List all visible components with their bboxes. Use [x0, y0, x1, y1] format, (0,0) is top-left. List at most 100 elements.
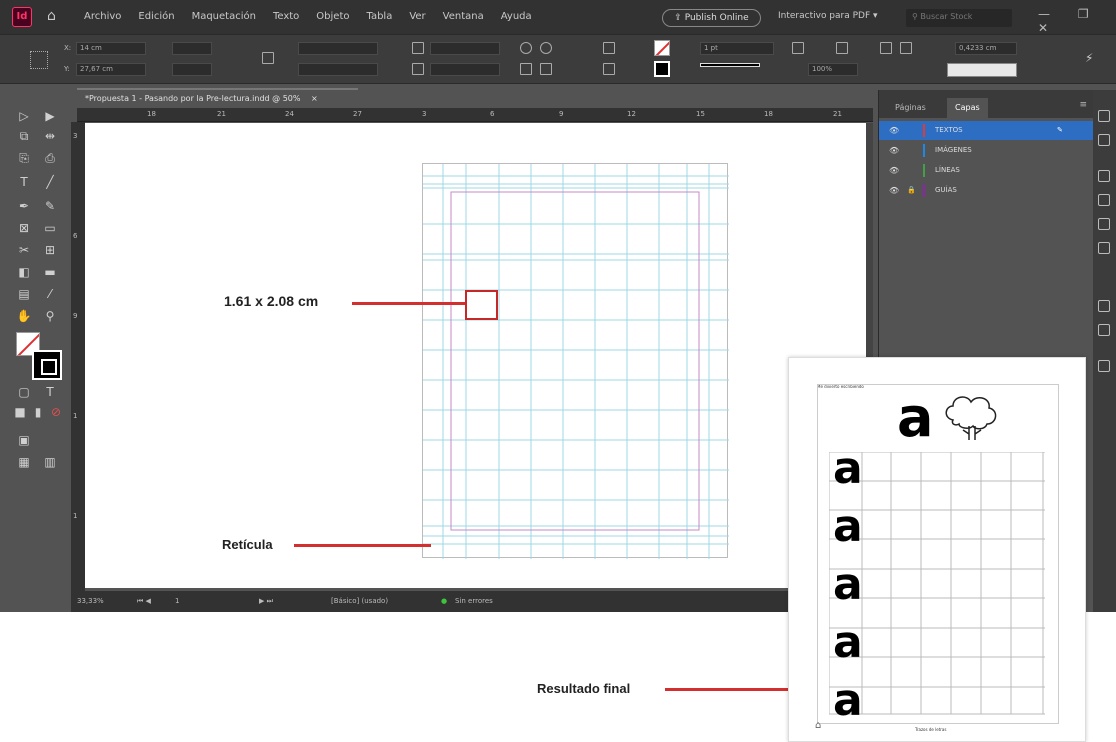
select-container-icon[interactable] — [603, 42, 615, 54]
opacity-field[interactable]: 100% — [808, 63, 858, 76]
direct-selection-tool-icon[interactable]: ▶ — [42, 108, 58, 124]
layer-row[interactable]: 👁 🔒 GUÍAS — [879, 181, 1093, 200]
width-field[interactable] — [172, 42, 212, 55]
selection-tool-icon[interactable]: ▷ — [16, 108, 32, 124]
apply-gradient-icon[interactable]: ▮ — [30, 404, 46, 420]
stroke-swatch[interactable] — [654, 61, 670, 77]
window-controls[interactable]: — ❐ ✕ — [1038, 7, 1116, 35]
width-value-field[interactable]: 0,4233 cm — [955, 42, 1017, 55]
layer-row[interactable]: 👁 LÍNEAS — [879, 161, 1093, 180]
stroke-color-icon[interactable] — [32, 350, 62, 380]
menu-tabla[interactable]: Tabla — [367, 11, 393, 22]
bookmarks-panel-icon[interactable] — [1098, 324, 1110, 336]
scissors-tool-icon[interactable]: ✂ — [16, 242, 32, 258]
menu-maquetacion[interactable]: Maquetación — [192, 11, 256, 22]
tab-pages[interactable]: Páginas — [887, 98, 934, 118]
links-panel-icon[interactable] — [1098, 170, 1110, 182]
menu-ver[interactable]: Ver — [409, 11, 425, 22]
content-collector-icon[interactable]: ⎘ — [16, 150, 32, 166]
layer-row[interactable]: 👁 TEXTOS ✎ — [879, 121, 1093, 140]
swatches-panel-icon[interactable] — [1098, 242, 1110, 254]
gradient-swatch-tool-icon[interactable]: ◧ — [16, 264, 32, 280]
color-panel-icon[interactable] — [1098, 218, 1110, 230]
layer-row[interactable]: 👁 IMÁGENES — [879, 141, 1093, 160]
document-tab[interactable]: *Propuesta 1 - Pasando por la Pre-lectur… — [77, 88, 358, 106]
note-tool-icon[interactable]: ▤ — [16, 286, 32, 302]
stock-search-input[interactable]: ⚲ Buscar Stock — [906, 9, 1012, 27]
zoom-tool-icon[interactable]: ⚲ — [42, 308, 58, 324]
align-icon[interactable] — [900, 42, 912, 54]
reference-point-icon[interactable] — [30, 51, 48, 69]
formatting-container-icon[interactable]: ▢ — [16, 384, 32, 400]
scale-y-field[interactable] — [298, 63, 378, 76]
menu-edicion[interactable]: Edición — [138, 11, 174, 22]
effects-panel-icon[interactable] — [1098, 300, 1110, 312]
page-tool-icon[interactable]: ⧉ — [16, 128, 32, 144]
rectangle-tool-icon[interactable]: ▭ — [42, 220, 58, 236]
preview-mode-icon[interactable]: ▦ — [16, 454, 32, 470]
pages-panel-icon[interactable] — [1098, 110, 1110, 122]
home-icon[interactable]: ⌂ — [47, 8, 63, 24]
hand-tool-icon[interactable]: ✋ — [16, 308, 32, 324]
horizontal-ruler[interactable]: 18 21 24 27 3 6 9 12 15 18 21 — [77, 108, 873, 122]
flip-vertical-icon[interactable] — [540, 63, 552, 75]
rotate-cw-icon[interactable] — [520, 42, 532, 54]
eye-icon[interactable]: 👁 — [889, 161, 899, 180]
document-page[interactable] — [422, 163, 729, 559]
constrain-icon[interactable] — [262, 52, 274, 64]
eye-icon[interactable]: 👁 — [889, 141, 899, 160]
vertical-ruler[interactable]: 3 6 9 1 1 — [71, 122, 85, 592]
gradient-feather-tool-icon[interactable]: ▬ — [42, 264, 58, 280]
close-tab-icon[interactable]: × — [311, 94, 318, 103]
page-number-field[interactable]: 1 — [175, 591, 179, 612]
menu-texto[interactable]: Texto — [273, 11, 299, 22]
panel-menu-icon[interactable]: ≡ — [1079, 100, 1087, 110]
free-transform-tool-icon[interactable]: ⊞ — [42, 242, 58, 258]
rotation-field[interactable] — [430, 42, 500, 55]
scale-x-field[interactable] — [298, 42, 378, 55]
stroke-panel-icon[interactable] — [1098, 194, 1110, 206]
screen-mode-icon[interactable]: ▣ — [16, 432, 32, 448]
fx-icon[interactable] — [836, 42, 848, 54]
flip-horizontal-icon[interactable] — [520, 63, 532, 75]
selected-cell-frame[interactable] — [465, 290, 498, 320]
shear-field[interactable] — [430, 63, 500, 76]
formatting-text-icon[interactable]: T — [42, 384, 58, 400]
menu-ventana[interactable]: Ventana — [443, 11, 484, 22]
apply-color-icon[interactable]: ■ — [12, 404, 28, 420]
stroke-weight-field[interactable]: 1 pt — [700, 42, 774, 55]
wrap-icon[interactable] — [880, 42, 892, 54]
menu-objeto[interactable]: Objeto — [316, 11, 349, 22]
paragraph-panel-icon[interactable] — [1098, 360, 1110, 372]
first-page-icon[interactable]: ⏮ ◀ — [137, 591, 151, 612]
rotate-icon[interactable] — [412, 42, 424, 54]
lock-icon[interactable]: 🔒 — [907, 181, 916, 200]
rectangle-frame-tool-icon[interactable]: ⊠ — [16, 220, 32, 236]
rotate-ccw-icon[interactable] — [540, 42, 552, 54]
height-field[interactable] — [172, 63, 212, 76]
publish-online-button[interactable]: ⇪ Publish Online — [662, 9, 761, 27]
x-position-field[interactable]: 14 cm — [76, 42, 146, 55]
color-preview[interactable] — [947, 63, 1017, 77]
shear-icon[interactable] — [412, 63, 424, 75]
eyedropper-tool-icon[interactable]: ⁄ — [42, 286, 58, 302]
line-tool-icon[interactable]: ╱ — [42, 174, 58, 190]
select-content-icon[interactable] — [603, 63, 615, 75]
pen-tool-icon[interactable]: ✒ — [16, 198, 32, 214]
next-page-icon[interactable]: ▶ ⏭ — [259, 591, 273, 612]
quick-apply-icon[interactable]: ⚡ — [1085, 51, 1093, 65]
pencil-tool-icon[interactable]: ✎ — [42, 198, 58, 214]
preflight-profile[interactable]: [Básico] (usado) — [331, 591, 388, 612]
fill-swatch[interactable] — [654, 40, 670, 56]
stroke-align-icon[interactable] — [792, 42, 804, 54]
zoom-level[interactable]: 33,33% — [77, 591, 104, 612]
content-placer-icon[interactable]: ⎙ — [42, 150, 58, 166]
apply-none-icon[interactable]: ⊘ — [48, 404, 64, 420]
eye-icon[interactable]: 👁 — [889, 181, 899, 200]
type-tool-icon[interactable]: T — [16, 174, 32, 190]
gap-tool-icon[interactable]: ⇹ — [42, 128, 58, 144]
y-position-field[interactable]: 27,67 cm — [76, 63, 146, 76]
preflight-errors[interactable]: Sin errores — [455, 591, 493, 612]
layers-panel-icon[interactable] — [1098, 134, 1110, 146]
tab-layers[interactable]: Capas — [947, 98, 988, 118]
